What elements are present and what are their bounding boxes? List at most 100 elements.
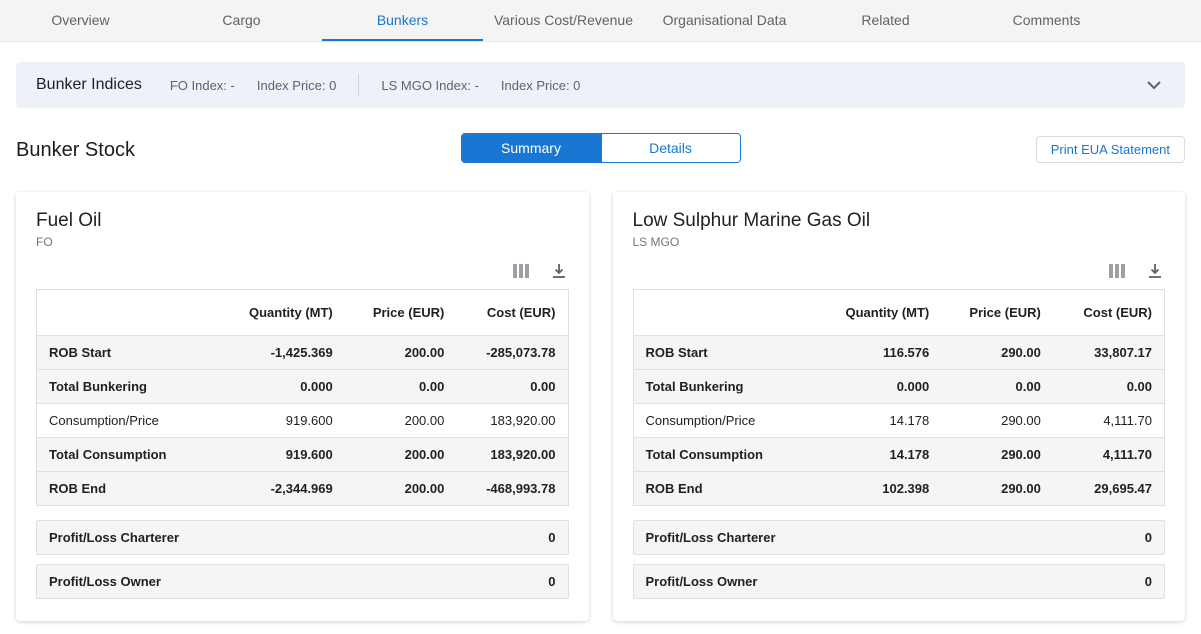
cost-cell: 183,920.00 [456, 438, 568, 472]
row-label: Consumption/Price [37, 404, 218, 438]
view-toggle: Summary Details [461, 133, 741, 163]
quantity-cell: 0.000 [217, 370, 345, 404]
bunker-indices-title: Bunker Indices [36, 76, 142, 94]
price-cell: 0.00 [941, 370, 1053, 404]
columns-icon[interactable] [513, 264, 529, 278]
card-title: Fuel Oil [36, 210, 569, 232]
bunker-stock-title: Bunker Stock [16, 139, 135, 162]
lsmgo-index-price: Index Price: 0 [501, 78, 581, 93]
table-row: ROB End -2,344.969 200.00 -468,993.78 [37, 472, 569, 506]
row-label: Total Consumption [37, 438, 218, 472]
profit-loss-value: 0 [1145, 574, 1152, 589]
fo-index-price: Index Price: 0 [257, 78, 337, 93]
fuel-oil-table: Quantity (MT) Price (EUR) Cost (EUR) ROB… [36, 289, 569, 506]
quantity-cell: 116.576 [814, 336, 942, 370]
details-toggle-button[interactable]: Details [601, 134, 740, 162]
tab-comments[interactable]: Comments [966, 0, 1127, 41]
summary-toggle-button[interactable]: Summary [462, 134, 601, 162]
bunker-indices-bar: Bunker Indices FO Index: - Index Price: … [16, 62, 1185, 108]
label-column-header [633, 290, 814, 336]
download-icon[interactable] [1147, 263, 1163, 279]
row-label: Total Consumption [633, 438, 814, 472]
table-row: Total Consumption 14.178 290.00 4,111.70 [633, 438, 1165, 472]
price-cell: 0.00 [345, 370, 457, 404]
table-header-row: Quantity (MT) Price (EUR) Cost (EUR) [37, 290, 569, 336]
price-cell: 290.00 [941, 336, 1053, 370]
table-row: ROB Start -1,425.369 200.00 -285,073.78 [37, 336, 569, 370]
table-row: ROB Start 116.576 290.00 33,807.17 [633, 336, 1165, 370]
table-row: Total Consumption 919.600 200.00 183,920… [37, 438, 569, 472]
profit-loss-label: Profit/Loss Owner [49, 574, 161, 589]
tab-organisational-data[interactable]: Organisational Data [644, 0, 805, 41]
card-title: Low Sulphur Marine Gas Oil [633, 210, 1166, 232]
row-label: Total Bunkering [37, 370, 218, 404]
cost-cell: 183,920.00 [456, 404, 568, 438]
cost-cell: -285,073.78 [456, 336, 568, 370]
fo-index-value: FO Index: - [170, 78, 235, 93]
tab-various-cost-revenue[interactable]: Various Cost/Revenue [483, 0, 644, 41]
tab-cargo[interactable]: Cargo [161, 0, 322, 41]
row-label: Consumption/Price [633, 404, 814, 438]
quantity-cell: 919.600 [217, 438, 345, 472]
tab-related[interactable]: Related [805, 0, 966, 41]
table-row: Total Bunkering 0.000 0.00 0.00 [37, 370, 569, 404]
quantity-cell: -1,425.369 [217, 336, 345, 370]
columns-icon[interactable] [1109, 264, 1125, 278]
cost-cell: 0.00 [456, 370, 568, 404]
tab-overview[interactable]: Overview [0, 0, 161, 41]
tab-bunkers[interactable]: Bunkers [322, 0, 483, 41]
cost-cell: 0.00 [1053, 370, 1165, 404]
quantity-cell: 14.178 [814, 438, 942, 472]
price-column-header: Price (EUR) [941, 290, 1053, 336]
table-row: Consumption/Price 919.600 200.00 183,920… [37, 404, 569, 438]
label-column-header [37, 290, 218, 336]
row-label: ROB Start [37, 336, 218, 370]
cost-column-header: Cost (EUR) [1053, 290, 1165, 336]
bunker-cards: Fuel Oil FO Quantity (MT) Price (EUR) Co [16, 192, 1185, 621]
profit-loss-label: Profit/Loss Charterer [646, 530, 776, 545]
cost-cell: 4,111.70 [1053, 404, 1165, 438]
profit-loss-charterer: Profit/Loss Charterer 0 [633, 520, 1166, 555]
profit-loss-value: 0 [548, 574, 555, 589]
table-header-row: Quantity (MT) Price (EUR) Cost (EUR) [633, 290, 1165, 336]
price-cell: 200.00 [345, 438, 457, 472]
quantity-cell: 919.600 [217, 404, 345, 438]
profit-loss-owner: Profit/Loss Owner 0 [36, 564, 569, 599]
print-eua-statement-button[interactable]: Print EUA Statement [1036, 136, 1185, 163]
lsmgo-index-value: LS MGO Index: - [381, 78, 479, 93]
row-label: Total Bunkering [633, 370, 814, 404]
row-label: ROB End [37, 472, 218, 506]
quantity-cell: -2,344.969 [217, 472, 345, 506]
quantity-cell: 102.398 [814, 472, 942, 506]
download-icon[interactable] [551, 263, 567, 279]
quantity-column-header: Quantity (MT) [814, 290, 942, 336]
top-tab-bar: Overview Cargo Bunkers Various Cost/Reve… [0, 0, 1201, 42]
cost-cell: 4,111.70 [1053, 438, 1165, 472]
bunker-stock-header: Bunker Stock Summary Details Print EUA S… [16, 134, 1185, 166]
row-label: ROB End [633, 472, 814, 506]
price-cell: 290.00 [941, 438, 1053, 472]
price-cell: 290.00 [941, 404, 1053, 438]
chevron-down-icon[interactable] [1143, 74, 1165, 96]
profit-loss-owner: Profit/Loss Owner 0 [633, 564, 1166, 599]
cost-cell: 29,695.47 [1053, 472, 1165, 506]
table-row: ROB End 102.398 290.00 29,695.47 [633, 472, 1165, 506]
price-cell: 200.00 [345, 404, 457, 438]
cost-column-header: Cost (EUR) [456, 290, 568, 336]
quantity-column-header: Quantity (MT) [217, 290, 345, 336]
profit-loss-charterer: Profit/Loss Charterer 0 [36, 520, 569, 555]
card-subtitle: LS MGO [633, 235, 1166, 249]
indices-divider [358, 74, 359, 96]
row-label: ROB Start [633, 336, 814, 370]
profit-loss-label: Profit/Loss Charterer [49, 530, 179, 545]
table-row: Total Bunkering 0.000 0.00 0.00 [633, 370, 1165, 404]
card-subtitle: FO [36, 235, 569, 249]
price-column-header: Price (EUR) [345, 290, 457, 336]
ls-mgo-table: Quantity (MT) Price (EUR) Cost (EUR) ROB… [633, 289, 1166, 506]
ls-mgo-card: Low Sulphur Marine Gas Oil LS MGO Quanti… [613, 192, 1186, 621]
profit-loss-value: 0 [548, 530, 555, 545]
price-cell: 200.00 [345, 336, 457, 370]
price-cell: 200.00 [345, 472, 457, 506]
table-row: Consumption/Price 14.178 290.00 4,111.70 [633, 404, 1165, 438]
price-cell: 290.00 [941, 472, 1053, 506]
